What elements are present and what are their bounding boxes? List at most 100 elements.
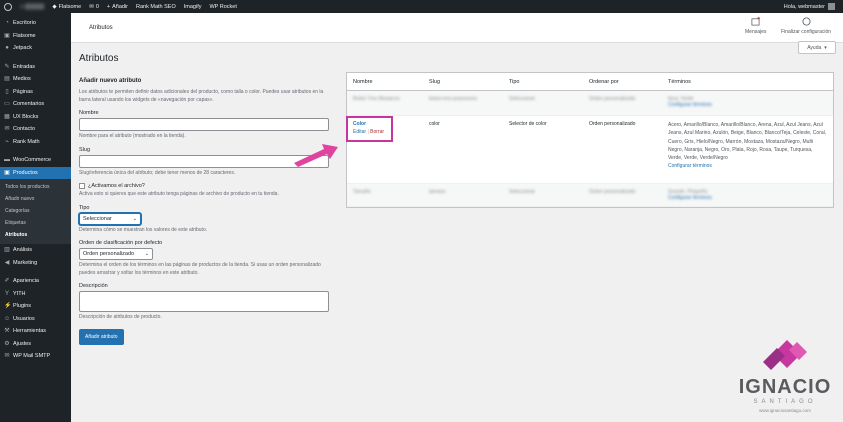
archive-icon: ▣ (4, 169, 10, 176)
configure-terms-link[interactable]: Configurar términos (668, 102, 827, 108)
pointer-arrow-icon (294, 144, 338, 167)
media-icon: ▤ (4, 76, 10, 83)
bar-chart-icon: ▥ (4, 247, 10, 254)
pin-icon: ✎ (4, 63, 10, 70)
type-label: Tipo (79, 204, 90, 211)
submenu-todos-los-productos[interactable]: Todos los productos (0, 181, 71, 193)
watermark-surname: SANTIAGO (753, 399, 817, 405)
home-site-link[interactable]: ⌂ ▒▒▒▒▒ (16, 0, 48, 13)
sidebar-item-contacto[interactable]: ✉ Contacto (0, 123, 71, 136)
sidebar-item-flatsome[interactable]: ▣ Flatsome (0, 30, 71, 43)
archive-checkbox[interactable] (79, 183, 85, 189)
account-menu[interactable]: Hola, webmaster (780, 0, 843, 13)
form-intro: Los atributos te permiten definir datos … (79, 89, 324, 103)
submenu-categorias[interactable]: Categorías (0, 205, 71, 217)
blocks-icon: ▦ (4, 113, 10, 120)
order-description: Determina el orden de los términos en la… (79, 262, 321, 276)
flatsome-icon: ▣ (4, 32, 10, 39)
imagify-link[interactable]: Imagify (180, 0, 206, 13)
sidebar-item-analisis[interactable]: ▥ Análisis (0, 244, 71, 257)
column-header-type[interactable]: Tipo (506, 79, 586, 85)
submenu-etiquetas[interactable]: Etiquetas (0, 217, 71, 229)
sidebar-item-apariencia[interactable]: ✐ Apariencia (0, 275, 71, 288)
avatar (828, 3, 835, 10)
rank-math-link[interactable]: Rank Math SEO (132, 0, 180, 13)
plus-icon: + (106, 3, 111, 10)
comment-icon: ▭ (4, 101, 10, 108)
comments-link[interactable]: ✉ 0 (85, 0, 103, 13)
sidebar-item-productos[interactable]: ▣ Productos (0, 166, 71, 179)
sidebar-item-comentarios[interactable]: ▭ Comentarios (0, 98, 71, 111)
sidebar-item-jetpack[interactable]: ● Jetpack (0, 42, 71, 55)
finish-setup-button[interactable]: Finalizar configuración (781, 17, 831, 35)
attribute-slug: color (429, 121, 440, 127)
submenu-atributos[interactable]: Atributos (0, 229, 71, 241)
description-label: Descripción (79, 283, 108, 289)
slug-description: Slug/referencia única del atributo; debe… (79, 169, 236, 176)
mail-smtp-icon: ✉ (4, 353, 10, 360)
sidebar-item-ajustes[interactable]: ⚙ Ajustes (0, 338, 71, 351)
sidebar-item-ux-blocks[interactable]: ▦ UX Blocks (0, 111, 71, 124)
sidebar-item-entradas[interactable]: ✎ Entradas (0, 61, 71, 74)
settings-icon: ⚙ (4, 340, 10, 347)
table-header: Nombre Slug Tipo Ordenar por Términos (347, 73, 833, 91)
admin-bar: ⌂ ▒▒▒▒▒ ◆ Flatsome ✉ 0 + Añadir Rank Math S… (0, 0, 843, 13)
attribute-name-link[interactable]: Tamaño (353, 189, 371, 195)
type-select[interactable]: Seleccionar ⌄ (79, 212, 141, 225)
sidebar-item-plugins[interactable]: ⚡ Plugins (0, 300, 71, 313)
logo-mark-icon (763, 340, 807, 370)
productos-submenu: Todos los productos Añadir nuevo Categor… (0, 179, 71, 244)
sidebar-item-woocommerce[interactable]: ▬ WooCommerce (0, 154, 71, 167)
table-row: Botón Tres Mosaicos boton-tres-posicione… (347, 91, 833, 116)
highlight-box (346, 116, 393, 142)
page-icon: ▯ (5, 88, 9, 95)
add-attribute-button[interactable]: Añadir atributo (79, 328, 124, 345)
sidebar-item-escritorio[interactable]: ◔ Escritorio (0, 17, 71, 30)
plugin-icon: ⚡ (4, 303, 12, 310)
order-select[interactable]: Orden personalizado ⌄ (79, 248, 153, 260)
form-heading: Añadir nuevo atributo (79, 78, 142, 84)
jetpack-icon: ● (5, 45, 9, 52)
wordpress-logo-button[interactable] (0, 0, 16, 13)
wordpress-icon (4, 2, 12, 11)
new-content-button[interactable]: + Añadir (103, 0, 132, 13)
column-header-order[interactable]: Ordenar por (586, 79, 665, 85)
archive-label: ¿Activamos el archivo? (88, 183, 145, 189)
woocommerce-header: Atributos Mensajes Finalizar configuraci… (71, 13, 843, 43)
sidebar-item-medios[interactable]: ▤ Medios (0, 73, 71, 86)
order-label: Orden de clasificación por defecto (79, 240, 163, 246)
sidebar-item-marketing[interactable]: ◀ Marketing (0, 257, 71, 270)
site-icon: ◆ (52, 3, 57, 10)
woo-icon: ▬ (4, 157, 10, 164)
attribute-name-link[interactable]: Botón Tres Mosaicos (353, 96, 400, 102)
sidebar-item-herramientas[interactable]: ⚒ Herramientas (0, 325, 71, 338)
yith-icon: Y (4, 290, 9, 297)
dashboard-icon: ◔ (5, 20, 9, 27)
messages-button[interactable]: Mensajes (745, 17, 766, 35)
column-header-slug[interactable]: Slug (426, 79, 506, 85)
name-label: Nombre (79, 110, 99, 116)
attribute-type: Seleccionar (509, 189, 536, 195)
chart-icon: ⌁ (5, 138, 9, 145)
sidebar-item-yith[interactable]: Y YITH (0, 288, 71, 301)
comment-icon: ✉ (89, 3, 94, 10)
site-link[interactable]: ◆ Flatsome (48, 0, 85, 13)
sidebar-item-rank-math[interactable]: ⌁ Rank Math (0, 136, 71, 149)
sidebar-item-paginas[interactable]: ▯ Páginas (0, 86, 71, 99)
description-textarea[interactable] (79, 291, 329, 312)
column-header-terms[interactable]: Términos (665, 79, 833, 85)
megaphone-icon: ◀ (4, 259, 10, 266)
wp-rocket-link[interactable]: WP Rocket (205, 0, 240, 13)
help-button[interactable]: Ayuda ▾ (798, 41, 836, 54)
attribute-order: Orden personalizado (589, 189, 636, 195)
configure-terms-link[interactable]: Configurar términos (668, 195, 827, 201)
attributes-table: Nombre Slug Tipo Ordenar por Términos Bo… (346, 72, 834, 208)
column-header-name[interactable]: Nombre (347, 79, 426, 85)
caret-down-icon: ▾ (824, 44, 827, 51)
archive-description: Activa esto si quieres que este atributo… (79, 191, 279, 197)
sidebar-item-usuarios[interactable]: ☺ Usuarios (0, 313, 71, 326)
submenu-anadir-nuevo[interactable]: Añadir nuevo (0, 193, 71, 205)
name-input[interactable] (79, 118, 329, 131)
configure-terms-link[interactable]: Configurar términos (668, 162, 827, 170)
sidebar-item-wp-mail-smtp[interactable]: ✉ WP Mail SMTP (0, 350, 71, 363)
